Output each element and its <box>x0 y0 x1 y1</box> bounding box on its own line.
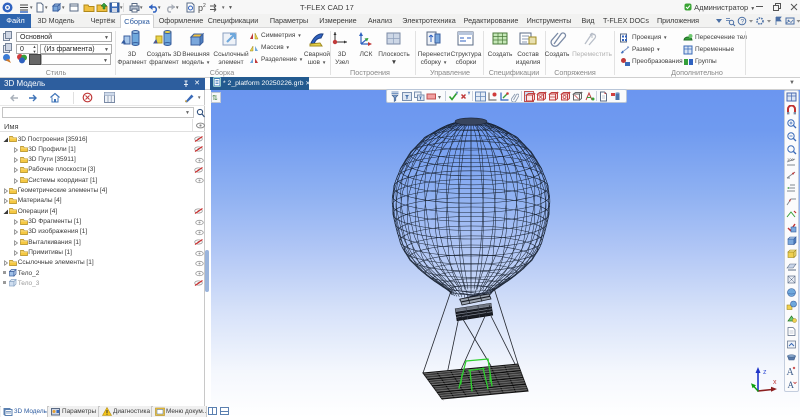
svg-text:z: z <box>763 369 767 376</box>
svg-text:▾: ▾ <box>438 95 441 101</box>
svg-text:?: ? <box>741 19 745 26</box>
svg-text:x: x <box>773 379 777 386</box>
svg-text:A: A <box>788 380 795 390</box>
svg-text:2: 2 <box>203 3 206 9</box>
svg-text:100: 100 <box>787 157 794 162</box>
